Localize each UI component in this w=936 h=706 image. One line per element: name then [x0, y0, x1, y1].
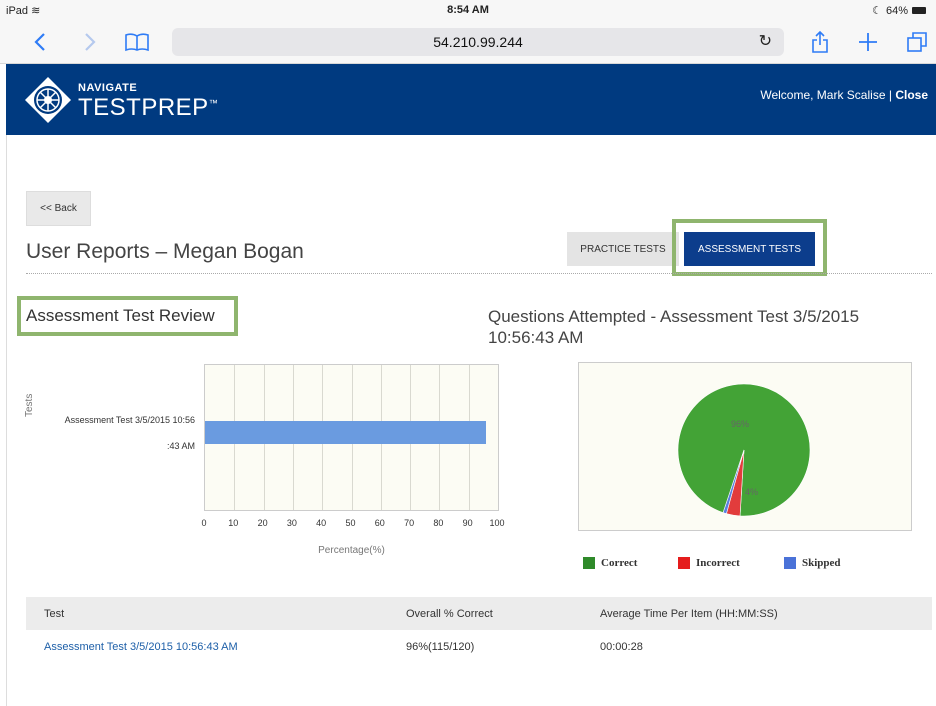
- table-header: Test Overall % Correct Average Time Per …: [26, 597, 932, 630]
- tabs-icon[interactable]: [904, 28, 930, 56]
- close-link[interactable]: Close: [895, 88, 928, 102]
- cell-time: 00:00:28: [600, 641, 643, 653]
- column-header-correct: Overall % Correct: [406, 608, 493, 620]
- pie-chart-title: Questions Attempted - Assessment Test 3/…: [488, 307, 860, 347]
- x-tick-label: 80: [433, 518, 444, 528]
- pie-data-label: 96%: [731, 419, 750, 429]
- x-tick-label: 100: [489, 518, 505, 528]
- legend-swatch: [678, 557, 690, 569]
- app-header: NAVIGATE TESTPREP™ Welcome, Mark Scalise…: [6, 64, 936, 135]
- pie-data-label: 4%: [745, 487, 759, 497]
- back-button[interactable]: << Back: [26, 191, 91, 226]
- divider: [26, 273, 932, 274]
- share-icon[interactable]: [808, 28, 832, 56]
- legend-swatch: [583, 557, 595, 569]
- x-axis-title: Percentage(%): [318, 545, 385, 556]
- column-header-time: Average Time Per Item (HH:MM:SS): [600, 608, 778, 620]
- x-tick-label: 50: [345, 518, 356, 528]
- compass-logo-icon: [25, 77, 71, 123]
- battery-status: ☾ 64%: [872, 4, 926, 17]
- y-category-label: :43 AM: [166, 441, 195, 451]
- legend-swatch: [784, 557, 796, 569]
- x-tick-label: 70: [404, 518, 415, 528]
- moon-icon: ☾: [872, 5, 882, 17]
- legend-label: Correct: [601, 557, 638, 569]
- pie-chart: 96% 4%: [578, 362, 912, 531]
- y-axis-title: Tests: [24, 393, 35, 417]
- battery-percent: 64%: [885, 4, 908, 17]
- cell-correct: 96%(115/120): [406, 641, 475, 653]
- bar-chart: Tests Assessment Test 3/5/2015 10:56 :43…: [20, 355, 520, 565]
- browser-toolbar: 54.210.99.244 ↻: [0, 22, 936, 64]
- x-tick-label: 20: [257, 518, 268, 528]
- clock: 8:54 AM: [447, 4, 489, 16]
- tab-practice-tests[interactable]: PRACTICE TESTS: [567, 232, 679, 266]
- pie-svg: [677, 383, 811, 517]
- x-tick-label: 40: [316, 518, 327, 528]
- legend-item-incorrect: Incorrect: [678, 557, 740, 569]
- highlight-box: [672, 219, 827, 276]
- address-bar[interactable]: 54.210.99.244 ↻: [172, 28, 784, 56]
- legend-label: Incorrect: [696, 557, 740, 569]
- legend-label: Skipped: [802, 557, 841, 569]
- reload-icon[interactable]: ↻: [759, 31, 772, 51]
- back-icon[interactable]: [30, 28, 50, 56]
- battery-icon: [912, 7, 926, 14]
- column-header-test: Test: [44, 608, 65, 620]
- highlight-box: [17, 296, 238, 336]
- test-link[interactable]: Assessment Test 3/5/2015 10:56:43 AM: [44, 641, 238, 653]
- x-tick-label: 60: [374, 518, 385, 528]
- url-text: 54.210.99.244: [433, 34, 523, 50]
- x-tick-label: 90: [462, 518, 473, 528]
- welcome-text: Welcome, Mark Scalise | Close: [760, 88, 928, 102]
- bookmarks-icon[interactable]: [122, 28, 152, 56]
- y-category-label: Assessment Test 3/5/2015 10:56: [64, 415, 195, 425]
- x-tick-label: 0: [201, 518, 207, 528]
- page-title: User Reports – Megan Bogan: [26, 240, 304, 263]
- legend-item-correct: Correct: [583, 557, 637, 569]
- bar: [205, 421, 487, 444]
- legend-item-skipped: Skipped: [784, 557, 841, 569]
- status-bar: iPad ≋ 8:54 AM ☾ 64%: [0, 0, 936, 22]
- new-tab-icon[interactable]: [856, 28, 880, 56]
- table-row: Assessment Test 3/5/2015 10:56:43 AM 96%…: [26, 630, 932, 663]
- brand-testprep: TESTPREP™: [78, 94, 219, 121]
- x-tick-label: 10: [228, 518, 239, 528]
- brand-navigate: NAVIGATE: [78, 82, 138, 94]
- forward-icon[interactable]: [80, 28, 100, 56]
- bar-plot-area: [204, 364, 499, 511]
- x-tick-label: 30: [286, 518, 297, 528]
